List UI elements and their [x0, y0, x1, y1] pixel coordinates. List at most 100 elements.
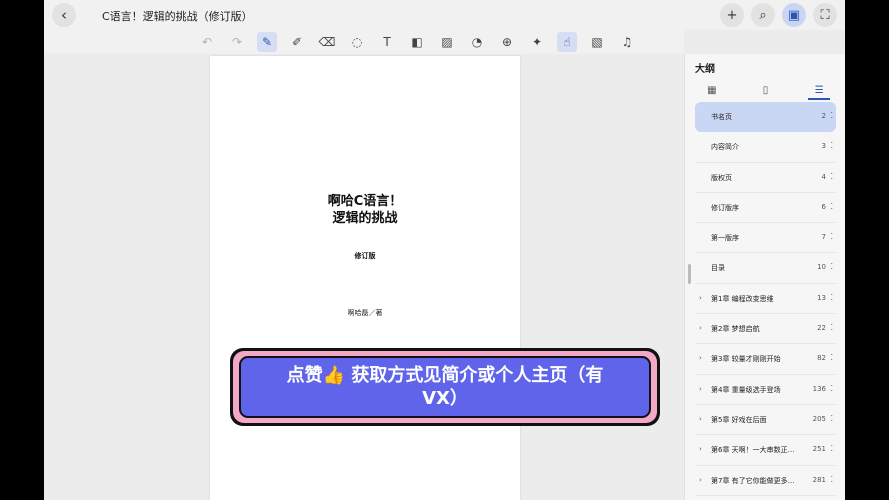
hatch-icon[interactable]: ▧	[587, 32, 607, 52]
outline-list: 书名页 2 ⁚ 内容简介 3 ⁚ 版权页 4 ⁚ 修订版序 6 ⁚ 第一版序 7 ⁚ 目录 10 ⁚ › 第1章 编程…	[695, 102, 836, 496]
touch-draw-icon[interactable]: ☝	[557, 32, 577, 52]
more-options-icon[interactable]: ⁚	[830, 111, 833, 120]
scroll-handle[interactable]	[688, 264, 691, 284]
outline-item-page: 82	[817, 354, 826, 363]
eraser-icon[interactable]: ⌫	[317, 32, 337, 52]
more-options-icon[interactable]: ⁚	[830, 202, 833, 211]
outline-item[interactable]: 版权页 4 ⁚	[695, 163, 836, 193]
outline-item[interactable]: 目录 10 ⁚	[695, 253, 836, 284]
sidebar-tabs: ▦ ▯ ☰	[685, 80, 845, 100]
outline-item-page: 205	[812, 414, 826, 423]
outline-item-label: 第4章 重量级选手登场	[711, 385, 781, 394]
top-actions: + ⌕ ▣ ⛶	[720, 3, 837, 27]
back-button[interactable]: ‹	[52, 3, 76, 27]
more-options-icon[interactable]: ⁚	[830, 444, 833, 453]
more-options-icon[interactable]: ⁚	[830, 262, 833, 271]
promo-banner-body: 点赞👍 获取方式见简介或个人主页（有 VX）	[239, 356, 651, 418]
book-author: 啊哈磊／著	[347, 309, 383, 317]
outline-item[interactable]: › 第6章 天啊！一大串数正… 251 ⁚	[695, 435, 836, 466]
outline-item[interactable]: 书名页 2 ⁚	[695, 102, 836, 133]
outline-item-label: 第7章 有了它你能做更多…	[711, 476, 795, 485]
more-options-icon[interactable]: ⁚	[830, 475, 833, 484]
tab-thumbnails[interactable]: ▦	[685, 80, 739, 100]
chevron-right-icon[interactable]: ›	[699, 476, 702, 484]
sticker-icon[interactable]: ◔	[467, 32, 487, 52]
more-options-icon[interactable]: ⁚	[830, 323, 833, 332]
add-button[interactable]: +	[720, 3, 744, 27]
thumbnails-icon: ▦	[707, 84, 717, 96]
outline-item-page: 136	[812, 384, 826, 393]
outline-item[interactable]: › 第3章 较量才刚刚开始 82 ⁚	[695, 344, 836, 375]
chevron-right-icon[interactable]: ›	[699, 294, 702, 302]
outline-item-label: 第2章 梦想启航	[711, 325, 760, 334]
image-icon[interactable]: ▨	[437, 32, 457, 52]
add-icon: +	[726, 7, 738, 23]
text-box-icon[interactable]: T	[377, 32, 397, 52]
promo-banner-line1: 点赞👍 获取方式见简介或个人主页（有	[286, 365, 604, 386]
outline-item-page: 251	[812, 445, 826, 454]
outline-item-page: 7	[821, 233, 826, 242]
zoom-icon[interactable]: ⊕	[497, 32, 517, 52]
more-options-icon[interactable]: ⁚	[830, 414, 833, 423]
search-icon: ⌕	[759, 7, 767, 23]
sidebar-title: 大纲	[695, 64, 715, 75]
outline-item-page: 22	[817, 324, 826, 333]
sidebar-toggle-icon: ▣	[787, 7, 801, 23]
book-title-line2: 逻辑的挑战	[332, 211, 398, 226]
redo-icon[interactable]: ↷	[227, 32, 247, 52]
pen-icon[interactable]: ✎	[257, 32, 277, 52]
chevron-right-icon[interactable]: ›	[699, 445, 702, 453]
chevron-right-icon[interactable]: ›	[699, 354, 702, 362]
outline-item[interactable]: › 第2章 梦想启航 22 ⁚	[695, 314, 836, 345]
outline-item-label: 第5章 好戏在后面	[711, 415, 767, 424]
tab-outline[interactable]: ☰	[792, 80, 845, 100]
sidebar-toggle-button[interactable]: ▣	[782, 3, 806, 27]
more-options-icon[interactable]: ⁚	[830, 293, 833, 302]
outline-item[interactable]: › 第1章 编程改变思维 13 ⁚	[695, 284, 836, 315]
document-page[interactable]: 啊哈C语言！ 逻辑的挑战 修订版 啊哈磊／著	[210, 56, 520, 500]
outline-item[interactable]: › 第4章 重量级选手登场 136 ⁚	[695, 375, 836, 405]
outline-item-page: 281	[812, 475, 826, 484]
outline-sidebar: 大纲 ▦ ▯ ☰ 书名页 2 ⁚ 内容简介 3 ⁚ 版权页 4 ⁚ 修订版序 6 ⁚ 第一版序 7 ⁚ 目录 10 ⁚…	[684, 54, 845, 500]
outline-item-label: 修订版序	[711, 203, 739, 212]
outline-item[interactable]: 内容简介 3 ⁚	[695, 132, 836, 163]
tab-bookmarks[interactable]: ▯	[739, 80, 793, 100]
outline-item[interactable]: 修订版序 6 ⁚	[695, 193, 836, 224]
promo-banner-border: 点赞👍 获取方式见简介或个人主页（有 VX）	[233, 351, 657, 423]
outline-item[interactable]: › 第5章 好戏在后面 205 ⁚	[695, 405, 836, 436]
more-options-icon[interactable]: ⁚	[830, 141, 833, 150]
book-title: 啊哈C语言！ 逻辑的挑战	[210, 193, 520, 227]
more-options-icon[interactable]: ⁚	[830, 384, 833, 393]
promo-banner-text: 点赞👍 获取方式见简介或个人主页（有 VX）	[250, 364, 640, 410]
search-button[interactable]: ⌕	[751, 3, 775, 27]
outline-icon: ☰	[814, 84, 824, 96]
outline-item-label: 书名页	[711, 113, 732, 121]
fullscreen-icon: ⛶	[820, 7, 830, 23]
outline-item-page: 6	[821, 202, 826, 211]
microphone-icon[interactable]: ♫	[617, 32, 637, 52]
outline-item-label: 第3章 较量才刚刚开始	[711, 355, 781, 364]
lasso-icon[interactable]: ◌	[347, 32, 367, 52]
promo-banner: 点赞👍 获取方式见简介或个人主页（有 VX）	[230, 348, 660, 426]
shapes-icon[interactable]: ◧	[407, 32, 427, 52]
outline-item-page: 3	[821, 142, 826, 151]
laser-pointer-icon[interactable]: ✦	[527, 32, 547, 52]
outline-item[interactable]: 第一版序 7 ⁚	[695, 223, 836, 254]
fullscreen-button[interactable]: ⛶	[813, 3, 837, 27]
outline-item-label: 内容简介	[711, 143, 739, 152]
outline-item[interactable]: › 第7章 有了它你能做更多… 281 ⁚	[695, 466, 836, 496]
marker-icon[interactable]: ✐	[287, 32, 307, 52]
more-options-icon[interactable]: ⁚	[830, 353, 833, 362]
chevron-right-icon[interactable]: ›	[699, 324, 702, 332]
more-options-icon[interactable]: ⁚	[830, 172, 833, 181]
document-title: C语言！逻辑的挑战（修订版）	[102, 10, 253, 23]
chevron-right-icon[interactable]: ›	[699, 415, 702, 423]
book-subtitle: 修订版	[354, 252, 376, 260]
undo-icon[interactable]: ↶	[197, 32, 217, 52]
tool-list: ↶ ↷ ✎ ✐ ⌫ ◌ T ◧ ▨ ◔ ⊕ ✦ ☝ ▧ ♫	[197, 32, 647, 52]
more-options-icon[interactable]: ⁚	[830, 232, 833, 241]
outline-item-page: 13	[817, 293, 826, 302]
book-title-line1: 啊哈C语言！	[327, 194, 403, 209]
chevron-right-icon[interactable]: ›	[699, 385, 702, 393]
bookmarks-icon: ▯	[762, 84, 769, 96]
